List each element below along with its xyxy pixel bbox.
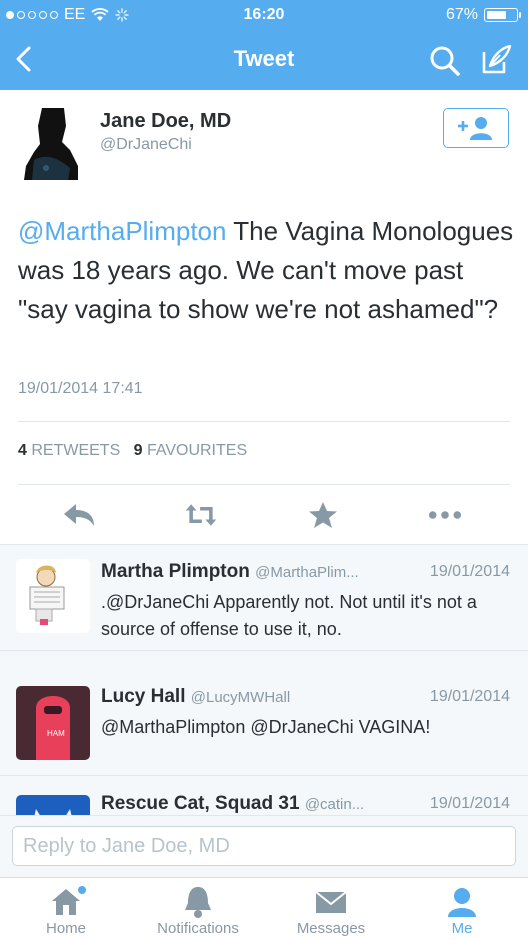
- user-icon: [448, 888, 476, 917]
- retweets-count: 4: [18, 442, 27, 459]
- avatar[interactable]: HAM: [16, 686, 90, 760]
- avatar[interactable]: [20, 108, 80, 180]
- favourites-label: FAVOURITES: [146, 442, 248, 459]
- reply-avatar-image: HAM: [16, 686, 90, 760]
- compose-icon: [482, 44, 512, 74]
- reply-icon: [64, 504, 94, 526]
- reply-text: .@DrJaneChi Apparently not. Not until it…: [101, 592, 477, 639]
- favourites-stat[interactable]: 9 FAVOURITES: [134, 442, 248, 459]
- reply-author-name[interactable]: Lucy Hall: [101, 686, 185, 707]
- bell-icon: [185, 887, 211, 918]
- reply-author-handle[interactable]: @MarthaPlim...: [255, 564, 359, 581]
- tab-bar: Home Notifications Messages Me: [0, 877, 528, 940]
- avatar[interactable]: [16, 559, 90, 633]
- tab-me[interactable]: Me: [432, 878, 492, 940]
- author-avatar-image: [20, 108, 80, 180]
- retweets-label: RETWEETS: [31, 442, 121, 459]
- envelope-icon: [315, 891, 347, 913]
- divider: [18, 484, 510, 485]
- more-button[interactable]: [428, 500, 462, 530]
- search-button[interactable]: [428, 44, 462, 78]
- battery-percent: 67%: [445, 6, 478, 23]
- favourites-count: 9: [133, 442, 143, 459]
- retweets-stat[interactable]: 4 RETWEETS: [18, 442, 120, 459]
- compose-button[interactable]: [478, 42, 514, 78]
- svg-text:HAM: HAM: [47, 729, 65, 738]
- status-bar: EE 16:20 67%: [0, 0, 528, 30]
- tab-label: Messages: [296, 920, 366, 937]
- mention-link[interactable]: @MarthaPlimpton: [18, 216, 226, 246]
- reply-date: 19/01/2014: [429, 688, 510, 705]
- author-handle[interactable]: @DrJaneChi: [100, 136, 192, 154]
- reply-composer: [0, 815, 528, 878]
- tab-label: Notifications: [157, 920, 239, 937]
- favourite-button[interactable]: [306, 500, 340, 530]
- reply-date: 19/01/2014: [429, 795, 510, 812]
- reply-date: 19/01/2014: [429, 563, 510, 580]
- tweet-stats: 4 RETWEETS 9 FAVOURITES: [18, 442, 247, 460]
- reply-author-handle[interactable]: @LucyMWHall: [191, 689, 290, 706]
- tab-home[interactable]: Home: [26, 878, 106, 940]
- tweet-actions: [0, 486, 528, 544]
- reply-author-name[interactable]: Martha Plimpton: [101, 561, 250, 582]
- nav-bar: Tweet: [0, 30, 528, 90]
- reply-button[interactable]: [62, 500, 96, 530]
- battery-icon: [484, 8, 521, 22]
- author-name[interactable]: Jane Doe, MD: [100, 110, 231, 133]
- tab-label: Home: [45, 920, 86, 937]
- reply-avatar-image: [16, 559, 90, 633]
- tab-notifications[interactable]: Notifications: [148, 878, 248, 940]
- tweet-text: @MarthaPlimpton The Vagina Monologues wa…: [18, 212, 518, 329]
- tweet-header: Jane Doe, MD @DrJaneChi: [0, 92, 528, 192]
- reply-author-name[interactable]: Rescue Cat, Squad 31: [101, 793, 300, 814]
- list-item[interactable]: Rescue Cat, Squad 31 @catin... 19/01/201…: [0, 777, 528, 815]
- replies-list: Martha Plimpton @MarthaPlim... 19/01/201…: [0, 545, 528, 815]
- add-user-icon: [458, 117, 492, 140]
- star-icon: [309, 502, 337, 528]
- reply-avatar-image: [16, 795, 90, 815]
- reply-author-handle[interactable]: @catin...: [305, 796, 364, 813]
- tab-label: Me: [451, 920, 473, 937]
- follow-button[interactable]: [443, 108, 509, 148]
- list-item[interactable]: Martha Plimpton @MarthaPlim... 19/01/201…: [0, 545, 528, 651]
- more-icon: [428, 511, 462, 519]
- divider: [18, 421, 510, 422]
- search-icon: [430, 46, 460, 76]
- tweet-timestamp: 19/01/2014 17:41: [18, 380, 143, 397]
- retweet-button[interactable]: [184, 500, 218, 530]
- reply-input[interactable]: [12, 826, 516, 866]
- reply-text: @MarthaPlimpton @DrJaneChi VAGINA!: [101, 717, 431, 737]
- retweet-icon: [185, 504, 217, 526]
- home-icon: [52, 886, 86, 915]
- tab-messages[interactable]: Messages: [286, 878, 376, 940]
- avatar[interactable]: [16, 795, 90, 815]
- list-item[interactable]: HAM Lucy Hall @LucyMWHall 19/01/2014 @Ma…: [0, 670, 528, 776]
